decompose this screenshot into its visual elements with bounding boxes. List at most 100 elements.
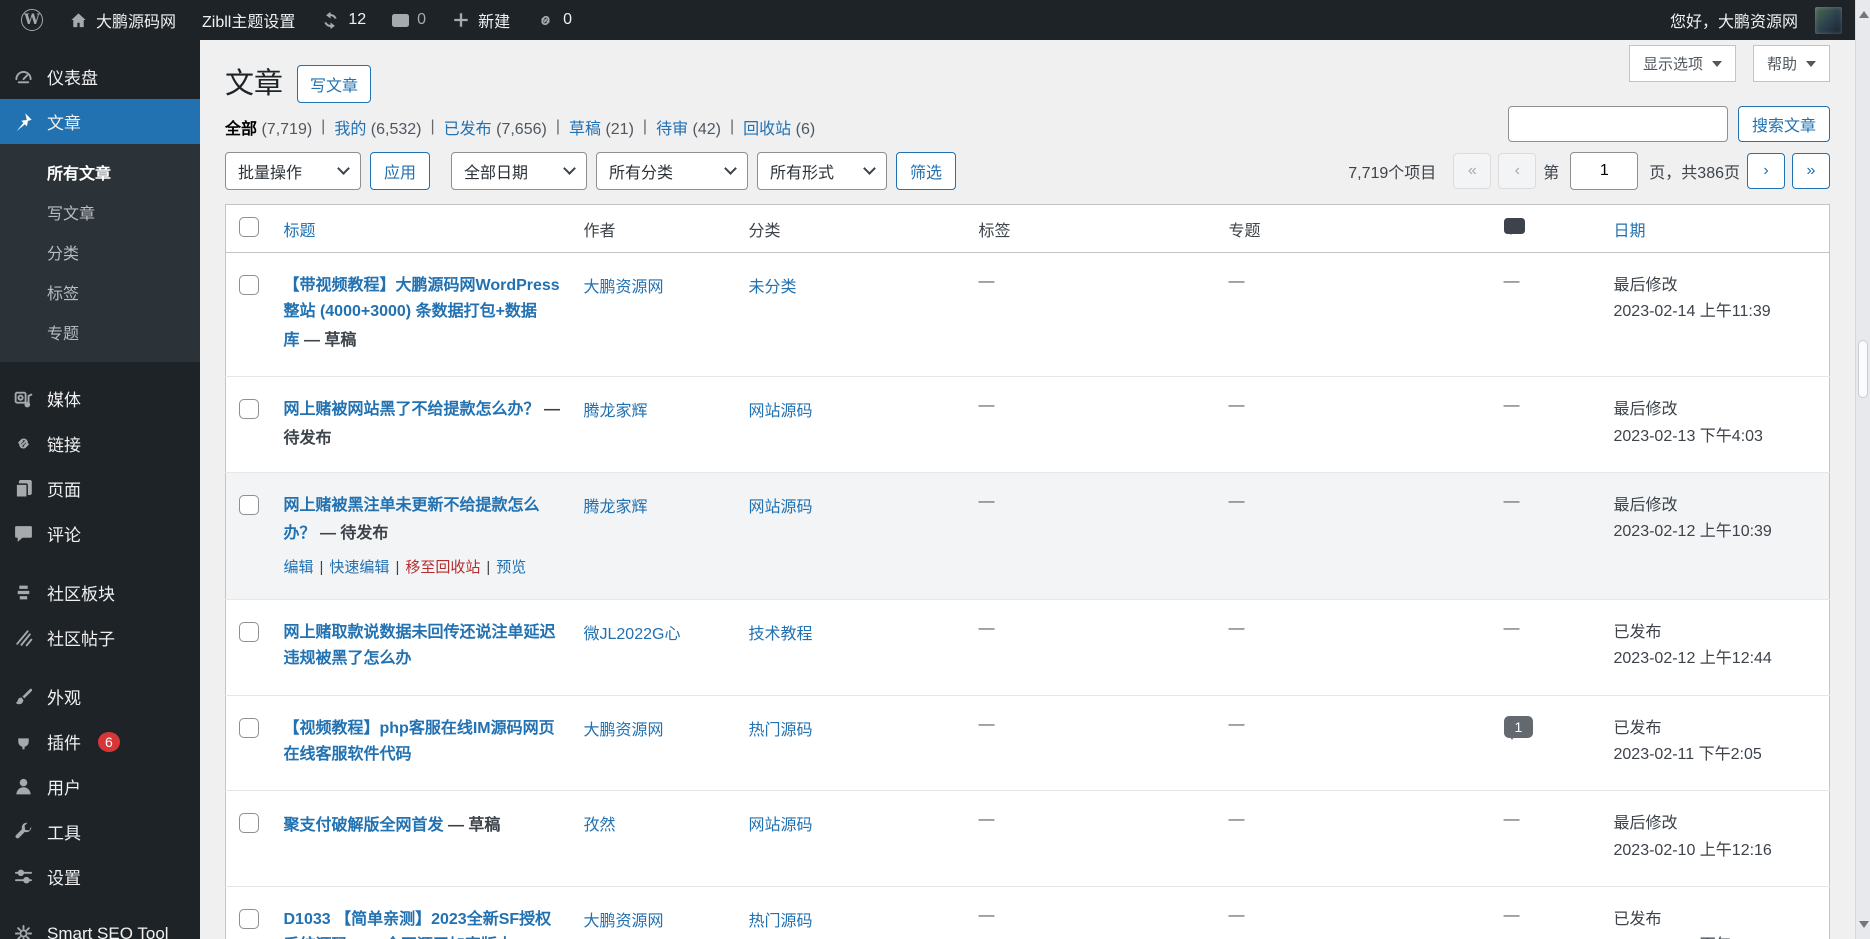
filter-button[interactable]: 筛选	[896, 152, 956, 190]
view-filter-link[interactable]: 待审 (42)	[656, 121, 721, 138]
current-page-input[interactable]	[1570, 152, 1638, 190]
sidebar-item-label: 用户	[47, 774, 81, 799]
bulk-action-select[interactable]: 批量操作	[225, 152, 361, 190]
comment-count-bubble[interactable]: 1	[1504, 716, 1534, 738]
search-posts-button[interactable]: 搜索文章	[1738, 106, 1830, 142]
sidebar-item-posts[interactable]: 文章	[0, 99, 200, 144]
sidebar-subitem[interactable]: 分类	[0, 232, 200, 272]
search-input[interactable]	[1508, 106, 1728, 142]
row-checkbox[interactable]	[239, 813, 259, 833]
scrollbar-thumb[interactable]	[1858, 340, 1868, 398]
post-title-link[interactable]: 网上赌被网站黑了不给提款怎么办？	[284, 401, 540, 418]
format-filter-select[interactable]: 所有形式	[757, 152, 887, 190]
author-link[interactable]: 微JL2022G心	[584, 626, 681, 643]
next-page-button[interactable]: ›	[1747, 153, 1785, 189]
category-link[interactable]: 网站源码	[749, 403, 813, 420]
sidebar-item-users[interactable]: 用户	[0, 764, 200, 809]
apply-button[interactable]: 应用	[370, 152, 430, 190]
help-button[interactable]: 帮助	[1753, 45, 1830, 82]
row-checkbox[interactable]	[239, 275, 259, 295]
row-checkbox[interactable]	[239, 622, 259, 642]
row-checkbox[interactable]	[239, 399, 259, 419]
my-account-link[interactable]: 您好，大鹏资源网	[1657, 0, 1855, 40]
row-action-link[interactable]: 快速编辑	[329, 559, 389, 576]
post-title-link[interactable]: D1033 【简单亲测】2023全新SF授权系统源码 V3.7全开源无加密版本	[284, 911, 552, 939]
permalinks-link[interactable]: 0	[523, 0, 585, 40]
column-header-title[interactable]: 标题	[274, 205, 574, 253]
sidebar-subitem[interactable]: 写文章	[0, 192, 200, 232]
zibll-theme-settings-link[interactable]: Zibll主题设置	[189, 0, 308, 40]
author-link[interactable]: 腾龙家辉	[584, 403, 648, 420]
row-action-link[interactable]: 预览	[496, 559, 526, 576]
category-link[interactable]: 未分类	[749, 279, 797, 296]
sidebar-subitem[interactable]: 专题	[0, 312, 200, 352]
updates-link[interactable]: 12	[308, 0, 379, 40]
site-link[interactable]: 大鹏源码网	[56, 0, 189, 40]
category-link[interactable]: 热门源码	[749, 913, 813, 930]
author-link[interactable]: 大鹏资源网	[584, 913, 664, 930]
sidebar-item-smart-seo-tool[interactable]: Smart SEO Tool	[0, 913, 200, 939]
row-checkbox[interactable]	[239, 495, 259, 515]
date-value: 2023-02-14 上午11:39	[1614, 299, 1820, 325]
home-icon	[69, 11, 88, 30]
first-page-button[interactable]: «	[1453, 153, 1491, 189]
chevron-down-icon	[337, 162, 350, 175]
scroll-down-arrow-icon[interactable]	[1859, 921, 1869, 933]
new-content-link[interactable]: 新建	[439, 0, 523, 40]
sidebar-item-plugins[interactable]: 插件6	[0, 719, 200, 764]
table-row: 【带视频教程】大鹏源码网WordPress整站 (4000+3000) 条数据打…	[226, 253, 1830, 377]
comment-count: 0	[417, 11, 426, 29]
sidebar-item-settings[interactable]: 设置	[0, 854, 200, 899]
view-filter-link[interactable]: 草稿 (21)	[569, 121, 634, 138]
sidebar-item-tools[interactable]: 工具	[0, 809, 200, 854]
sidebar-item-comments[interactable]: 评论	[0, 511, 200, 556]
author-link[interactable]: 腾龙家辉	[584, 499, 648, 516]
view-filter-link[interactable]: 回收站 (6)	[743, 121, 815, 138]
post-title-link[interactable]: 网上赌取款说数据未回传还说注单延迟违规被黑了怎么办	[284, 624, 556, 667]
sidebar-item-label: 页面	[47, 476, 81, 501]
date-status: 最后修改	[1614, 493, 1820, 519]
view-filter-link[interactable]: 我的 (6,532)	[334, 121, 421, 138]
category-link[interactable]: 网站源码	[749, 817, 813, 834]
wordpress-menu[interactable]: W	[8, 0, 56, 40]
add-new-post-button[interactable]: 写文章	[297, 65, 371, 103]
view-filter-link[interactable]: 已发布 (7,656)	[444, 121, 547, 138]
column-header-date[interactable]: 日期	[1604, 205, 1830, 253]
sidebar-subitem[interactable]: 标签	[0, 272, 200, 312]
vertical-scrollbar[interactable]	[1855, 0, 1870, 939]
author-link[interactable]: 大鹏资源网	[584, 279, 664, 296]
row-checkbox[interactable]	[239, 718, 259, 738]
post-title-link[interactable]: 【视频教程】php客服在线IM源码网页在线客服软件代码	[284, 720, 555, 763]
page-label-prefix: 第	[1543, 159, 1559, 183]
sidebar-subitem[interactable]: 所有文章	[0, 152, 200, 192]
plug-icon	[11, 731, 35, 752]
category-link[interactable]: 热门源码	[749, 722, 813, 739]
category-filter-select[interactable]: 所有分类	[596, 152, 748, 190]
author-link[interactable]: 大鹏资源网	[584, 722, 664, 739]
post-title-link[interactable]: 聚支付破解版全网首发	[284, 817, 444, 834]
row-checkbox[interactable]	[239, 909, 259, 929]
sidebar-item-community-sections[interactable]: 社区板块	[0, 570, 200, 615]
sidebar-item-dashboard[interactable]: 仪表盘	[0, 54, 200, 99]
sidebar-item-appearance[interactable]: 外观	[0, 674, 200, 719]
topic-value: —	[1229, 620, 1245, 637]
sidebar-item-links[interactable]: 链接	[0, 421, 200, 466]
last-page-button[interactable]: »	[1792, 153, 1830, 189]
sidebar-item-media[interactable]: 媒体	[0, 376, 200, 421]
author-link[interactable]: 孜然	[584, 817, 616, 834]
screen-options-button[interactable]: 显示选项	[1629, 45, 1736, 82]
view-filter-link[interactable]: 全部 (7,719)	[225, 121, 312, 138]
row-action-link[interactable]: 编辑	[284, 559, 314, 576]
comments-link[interactable]: 0	[379, 0, 439, 40]
scroll-up-arrow-icon[interactable]	[1859, 6, 1869, 18]
sidebar-item-pages[interactable]: 页面	[0, 466, 200, 511]
previous-page-button[interactable]: ‹	[1498, 153, 1536, 189]
date-filter-select[interactable]: 全部日期	[451, 152, 587, 190]
row-action-link[interactable]: 移至回收站	[405, 559, 480, 576]
category-link[interactable]: 网站源码	[749, 499, 813, 516]
view-separator: |	[730, 118, 734, 136]
select-all-checkbox[interactable]	[239, 217, 259, 237]
topic-value: —	[1229, 811, 1245, 828]
category-link[interactable]: 技术教程	[749, 626, 813, 643]
sidebar-item-community-posts[interactable]: 社区帖子	[0, 615, 200, 660]
